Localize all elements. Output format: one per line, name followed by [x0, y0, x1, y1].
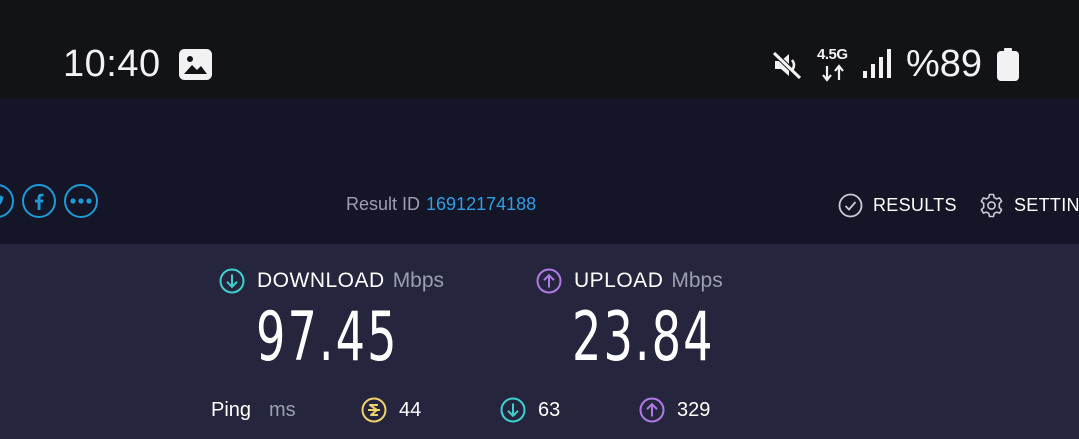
app-header [0, 99, 1079, 244]
signal-icon [863, 49, 891, 78]
battery-icon [997, 48, 1019, 81]
download-header: DOWNLOAD Mbps [219, 267, 444, 295]
ping-jitter-value: 44 [399, 398, 422, 421]
upload-icon [536, 268, 562, 294]
upload-unit: Mbps [671, 269, 723, 292]
download-label: DOWNLOAD [257, 269, 385, 292]
ping-download: 63 [500, 396, 560, 424]
download-unit: Mbps [392, 269, 445, 292]
ping-upload: 329 [639, 396, 710, 424]
gear-icon [980, 193, 1003, 217]
download-value: 97.45 [256, 298, 399, 377]
result-id: Result ID 16912174188 [346, 193, 536, 215]
ping-upload-value: 329 [677, 398, 711, 421]
ping-unit: ms [269, 399, 296, 421]
mute-icon [772, 51, 802, 80]
download-ping-icon [500, 397, 526, 423]
settings-button[interactable]: SETTINGS [979, 190, 1079, 220]
results-label: RESULTS [873, 194, 957, 215]
result-id-label: Result ID [346, 194, 421, 214]
data-arrows-icon [822, 64, 844, 82]
more-icon[interactable] [64, 184, 98, 218]
network-type: 4.5G [817, 46, 848, 63]
results-button[interactable]: RESULTS [838, 190, 957, 220]
upload-label: UPLOAD [574, 269, 664, 292]
upload-value: 23.84 [572, 298, 715, 377]
status-time: 10:40 [63, 43, 161, 85]
ping-download-value: 63 [538, 398, 561, 421]
share-icons [0, 184, 98, 218]
check-circle-icon [838, 193, 863, 217]
gallery-icon [179, 49, 212, 80]
upload-header: UPLOAD Mbps [536, 267, 723, 295]
network-indicator: 4.5G [815, 46, 855, 84]
facebook-icon[interactable] [22, 184, 56, 218]
upload-ping-icon [639, 397, 665, 423]
battery-percentage: %89 [906, 43, 983, 85]
jitter-icon [361, 397, 387, 423]
status-bar: 10:40 4.5G %89 [0, 0, 1079, 99]
settings-label: SETTINGS [1014, 194, 1079, 215]
ping-jitter: 44 [361, 396, 421, 424]
result-id-value[interactable]: 16912174188 [426, 194, 536, 214]
ping-label: Ping [211, 399, 252, 421]
download-icon [219, 268, 245, 294]
twitter-icon[interactable] [0, 184, 14, 218]
